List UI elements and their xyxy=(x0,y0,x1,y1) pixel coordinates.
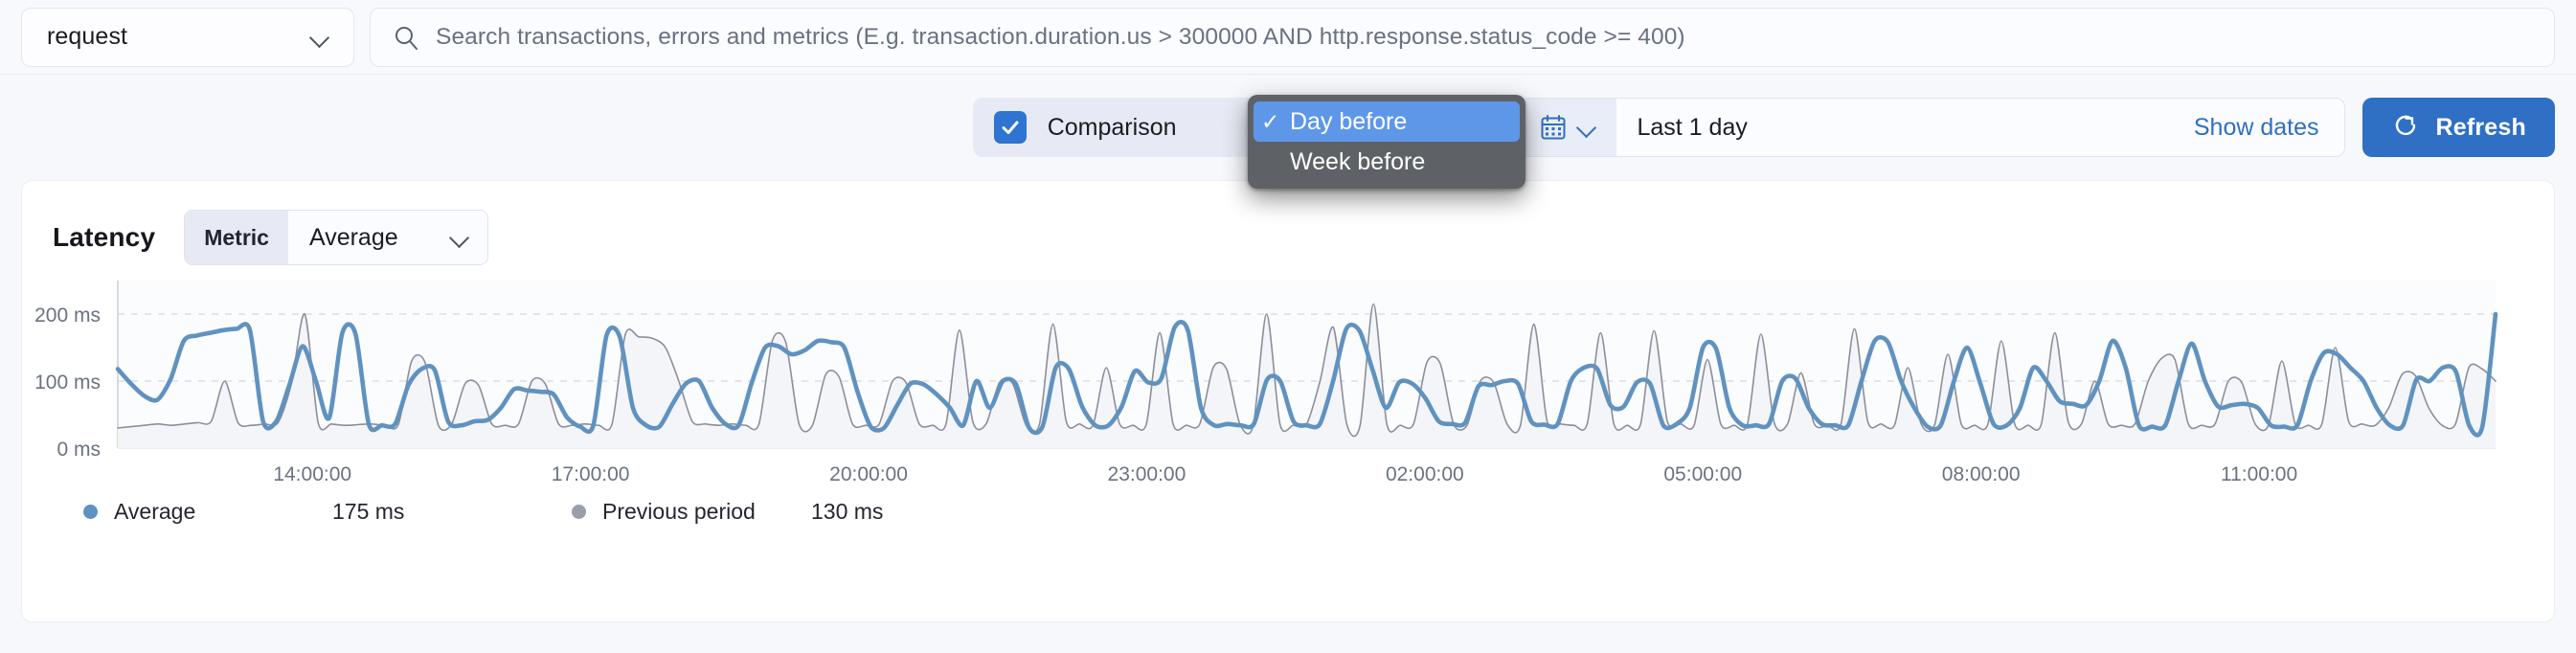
metric-label: Metric xyxy=(185,211,288,264)
x-axis-tick-label: 08:00:00 xyxy=(1942,463,2021,482)
date-picker-bar: Last 1 day Show dates xyxy=(1520,98,2345,157)
checkmark-icon: ✓ xyxy=(1261,109,1290,135)
chevron-down-icon xyxy=(449,227,470,248)
date-range-value[interactable]: Last 1 day xyxy=(1616,114,2194,142)
x-axis-tick-label: 17:00:00 xyxy=(552,463,630,482)
refresh-button[interactable]: Refresh xyxy=(2362,98,2556,157)
legend-dot xyxy=(572,505,586,519)
y-axis-tick-label: 100 ms xyxy=(34,372,101,394)
calendar-quick-select-button[interactable] xyxy=(1521,99,1616,156)
check-icon xyxy=(1000,117,1021,138)
latency-chart-svg: 0 ms 100 ms 200 ms 14:00:00 17:00:00 20:00:00… xyxy=(22,271,2556,482)
comparison-option-week-before[interactable]: Week before xyxy=(1254,142,1520,182)
metric-select-value: Average xyxy=(309,224,398,252)
chevron-down-icon xyxy=(309,27,330,48)
x-axis-tick-label: 20:00:00 xyxy=(829,463,908,482)
calendar-icon xyxy=(1539,113,1568,142)
x-axis-tick-label: 11:00:00 xyxy=(2221,463,2297,482)
latency-panel-header: Latency Metric Average xyxy=(22,181,2554,265)
y-axis-tick-label: 200 ms xyxy=(34,304,101,326)
legend-item-previous-period[interactable]: Previous period xyxy=(572,499,811,525)
comparison-label: Comparison xyxy=(1048,114,1177,142)
page-title: Latency xyxy=(53,222,155,253)
latency-panel: Latency Metric Average 0 ms 100 ms 200 ms 1… xyxy=(21,180,2555,622)
legend-value-average: 175 ms xyxy=(332,499,572,525)
show-dates-button[interactable]: Show dates xyxy=(2194,114,2344,142)
metric-select-group: Metric Average xyxy=(184,210,488,265)
environment-select[interactable]: request xyxy=(21,8,354,67)
search-placeholder: Search transactions, errors and metrics … xyxy=(436,24,1685,51)
comparison-option-label: Week before xyxy=(1290,148,1520,176)
x-axis-tick-label: 02:00:00 xyxy=(1386,463,1464,482)
chevron-down-icon xyxy=(1576,117,1597,138)
refresh-icon xyxy=(2391,111,2420,145)
x-axis-tick-label: 23:00:00 xyxy=(1108,463,1186,482)
comparison-select-popup: ✓ Day before Week before xyxy=(1248,95,1525,189)
legend-label: Average xyxy=(114,499,195,525)
refresh-label: Refresh xyxy=(2436,114,2527,142)
latency-chart[interactable]: 0 ms 100 ms 200 ms 14:00:00 17:00:00 20:00:00… xyxy=(22,271,2556,482)
comparison-option-label: Day before xyxy=(1290,108,1520,136)
legend-dot xyxy=(83,505,98,519)
x-axis-tick-label: 14:00:00 xyxy=(273,463,351,482)
legend-label: Previous period xyxy=(602,499,756,525)
environment-select-value: request xyxy=(47,23,127,51)
chart-legend: Average 175 ms Previous period 130 ms xyxy=(22,499,2554,525)
legend-item-average[interactable]: Average xyxy=(83,499,332,525)
comparison-option-day-before[interactable]: ✓ Day before xyxy=(1254,101,1520,142)
search-input[interactable]: Search transactions, errors and metrics … xyxy=(370,8,2555,67)
top-search-bar: request Search transactions, errors and … xyxy=(0,0,2576,75)
y-axis-tick-label: 0 ms xyxy=(56,439,101,461)
legend-value-previous-period: 130 ms xyxy=(811,499,883,525)
search-icon xyxy=(394,25,418,50)
x-axis-tick-label: 05:00:00 xyxy=(1663,463,1742,482)
metric-select[interactable]: Average xyxy=(288,211,487,264)
comparison-checkbox[interactable] xyxy=(994,111,1027,144)
